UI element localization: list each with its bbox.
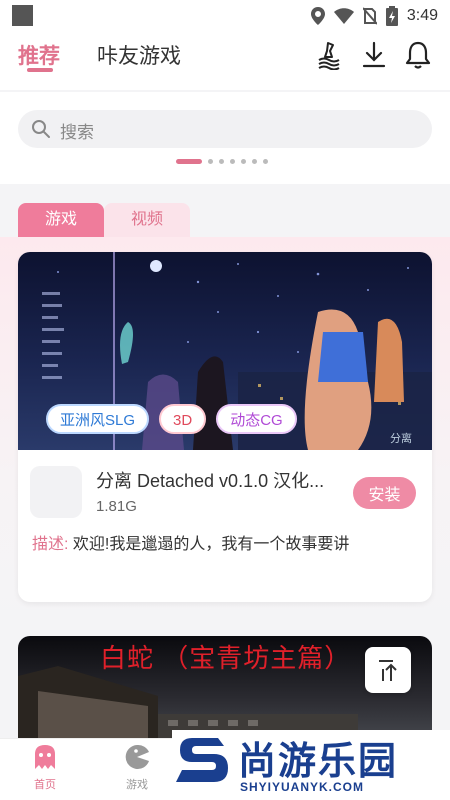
tab-games[interactable]: 游戏 [18,203,105,237]
game-title[interactable]: 分离 Detached v0.1.0 汉化... [96,467,346,493]
battery-charging-icon [385,6,398,26]
status-bar: 3:49 [0,0,450,32]
carousel-dot[interactable] [219,159,224,164]
ghost-icon [35,745,55,769]
scroll-to-top-button[interactable] [365,647,411,693]
status-time: 3:49 [406,7,438,24]
header-card: 搜索 [0,92,450,184]
banner-watermark: 分离 [390,431,412,445]
carousel-dot[interactable] [252,159,257,164]
tag-asian-slg[interactable]: 亚洲风SLG [46,404,150,434]
carousel-dots [176,159,268,164]
carousel-dot[interactable] [230,159,235,164]
bottom-nav-games-label: 游戏 [126,779,148,791]
pacman-icon [125,744,149,769]
app-icon[interactable] [30,466,82,518]
no-sim-icon [362,7,377,25]
notification-icon [12,5,33,26]
tag-animated-cg[interactable]: 动态CG [216,404,297,434]
install-button[interactable]: 安装 [353,477,416,509]
game-description: 描述: 欢迎!我是邋遢的人，我有一个故事要讲 [32,534,422,556]
top-nav: 推荐 咔友游戏 [0,32,450,90]
tag-3d[interactable]: 3D [159,404,207,434]
tab-recommended[interactable]: 推荐 [18,40,60,70]
download-icon[interactable] [359,40,389,70]
tab-friends-games[interactable]: 咔友游戏 [97,40,181,70]
game-banner-image[interactable]: 分离 亚洲风SLG 3D 动态CG [18,252,432,450]
game-card[interactable]: 分离 亚洲风SLG 3D 动态CG 分离 Detached v0.1.0 汉化.… [18,252,432,602]
watermark-logo-icon [176,738,228,782]
search-placeholder: 搜索 [60,123,94,142]
carousel-dot-active[interactable] [176,159,202,164]
status-icons: 3:49 [310,5,438,27]
second-card-title: 白蛇 （宝青坊主篇） [100,643,352,673]
description-text: 欢迎!我是邋遢的人，我有一个故事要讲 [72,536,350,553]
wizard-icon[interactable] [314,40,344,70]
scroll-top-icon [379,660,397,681]
bottom-nav-home[interactable]: 首页 [20,743,70,792]
game-size: 1.81G [96,498,137,515]
location-icon [310,7,325,25]
site-watermark: 尚游乐园 SHYIYUANYK.COM [172,730,450,800]
search-icon [32,120,50,138]
carousel-dot[interactable] [263,159,268,164]
search-input[interactable]: 搜索 [18,110,432,148]
bottom-nav-games[interactable]: 游戏 [112,743,162,792]
carousel-dot[interactable] [241,159,246,164]
bell-icon[interactable] [403,40,433,70]
bottom-nav-home-label: 首页 [34,779,56,791]
wifi-icon [333,8,354,24]
carousel-dot[interactable] [208,159,213,164]
active-tab-indicator [27,68,53,72]
watermark-url: SHYIYUANYK.COM [240,780,365,794]
description-label: 描述: [32,536,69,553]
game-tags: 亚洲风SLG 3D 动态CG [46,404,297,434]
content-type-tabs: 游戏 视频 [18,203,191,237]
watermark-text: 尚游乐园 [238,741,399,783]
tab-videos[interactable]: 视频 [104,203,191,237]
